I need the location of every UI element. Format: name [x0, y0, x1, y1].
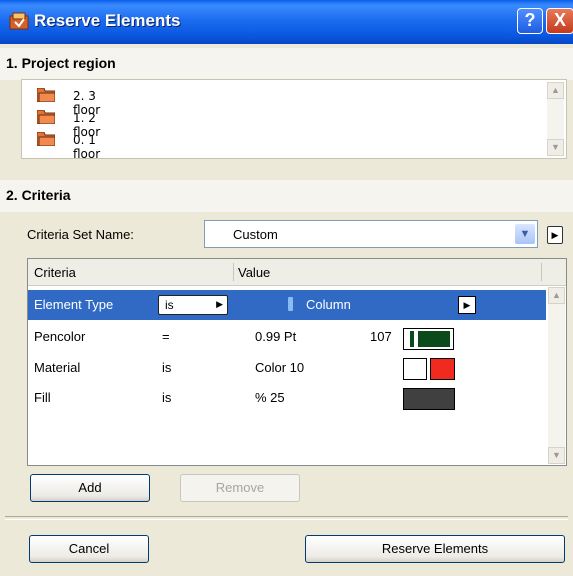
scroll-up-icon[interactable]: ▲	[548, 287, 565, 304]
column-icon	[288, 297, 293, 311]
divider	[5, 516, 568, 520]
table-scrollbar[interactable]: ▲ ▼	[548, 287, 565, 464]
operator-label: is	[162, 390, 172, 405]
reserve-app-icon	[9, 12, 29, 30]
region-label: 0. 1 floor	[73, 133, 101, 161]
material-swatch-white	[403, 358, 427, 380]
section-title: 2. Criteria	[6, 187, 71, 203]
pen-number: 107	[370, 329, 392, 344]
section-title: 1. Project region	[6, 55, 116, 71]
scroll-up-icon[interactable]: ▲	[547, 82, 564, 99]
column-divider[interactable]	[233, 263, 234, 281]
criteria-value: Color 10	[255, 360, 305, 375]
chevron-down-icon[interactable]: ▼	[515, 224, 535, 244]
criteria-set-value: Custom	[233, 227, 278, 242]
criteria-value: Column	[306, 297, 351, 312]
operator-label: is	[165, 298, 174, 312]
table-row[interactable]: Material is Color 10	[28, 353, 546, 383]
operator-label: =	[162, 329, 170, 344]
table-header: Criteria Value	[28, 259, 566, 286]
criteria-name: Fill	[34, 390, 51, 405]
criteria-set-menu-button[interactable]: ▶	[547, 226, 563, 244]
folder-icon	[37, 88, 55, 102]
column-header-criteria[interactable]: Criteria	[34, 265, 76, 280]
criteria-set-label: Criteria Set Name:	[27, 227, 134, 242]
pen-color-bar	[418, 331, 450, 347]
criteria-value: 0.99 Pt	[255, 329, 297, 344]
help-button[interactable]: ?	[517, 8, 543, 34]
operator-label: is	[162, 360, 172, 375]
column-header-value[interactable]: Value	[238, 265, 270, 280]
window-title: Reserve Elements	[34, 11, 181, 30]
criteria-name: Pencolor	[34, 329, 86, 344]
column-divider[interactable]	[541, 263, 542, 281]
pen-weight-bar	[410, 331, 414, 347]
material-swatch[interactable]	[403, 358, 455, 380]
region-scrollbar[interactable]: ▲ ▼	[547, 82, 564, 156]
scroll-down-icon[interactable]: ▼	[547, 139, 564, 156]
pen-color-swatch[interactable]	[403, 328, 454, 350]
remove-button[interactable]: Remove	[180, 474, 300, 502]
play-arrow-icon: ▶	[216, 299, 223, 309]
fill-pattern-swatch[interactable]	[403, 388, 455, 410]
cancel-button[interactable]: Cancel	[29, 535, 149, 563]
operator-button[interactable]: is ▶	[158, 295, 228, 315]
table-row[interactable]: Element Type is ▶ Column ▶	[28, 290, 546, 320]
add-button[interactable]: Add	[30, 474, 150, 502]
project-region-header: 1. Project region	[0, 48, 573, 80]
criteria-name: Element Type	[34, 297, 114, 312]
table-row[interactable]: Fill is % 25	[28, 383, 546, 413]
criteria-name: Material	[34, 360, 81, 375]
value-menu-button[interactable]: ▶	[458, 296, 476, 314]
reserve-elements-dialog: Reserve Elements ? X 1. Project region 2…	[0, 0, 573, 576]
folder-icon	[37, 110, 55, 124]
reserve-elements-button[interactable]: Reserve Elements	[305, 535, 565, 563]
close-button[interactable]: X	[546, 8, 573, 34]
folder-icon	[37, 132, 55, 146]
material-swatch-red	[430, 358, 455, 380]
project-region-list[interactable]: 2. 3 floor 1. 2 floor 0. 1 floor ▲ ▼	[21, 79, 567, 161]
scroll-down-icon[interactable]: ▼	[548, 447, 565, 464]
table-row[interactable]: Pencolor = 0.99 Pt 107	[28, 322, 546, 352]
criteria-header: 2. Criteria	[0, 180, 573, 212]
criteria-value: % 25	[255, 390, 285, 405]
title-bar[interactable]: Reserve Elements ? X	[0, 0, 573, 44]
criteria-table: Criteria Value Element Type is ▶ Column …	[27, 258, 567, 466]
criteria-set-dropdown[interactable]: Custom ▼	[204, 220, 538, 248]
